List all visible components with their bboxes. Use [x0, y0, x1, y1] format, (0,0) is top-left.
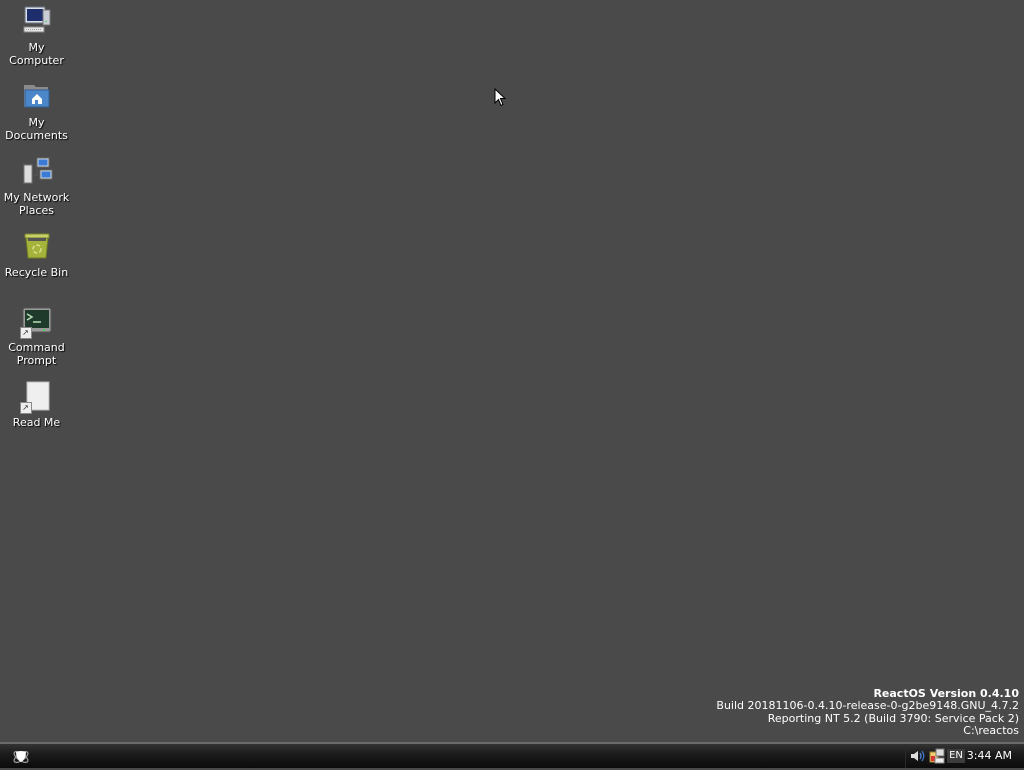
desktop: My Computer My Documents My Network Plac…: [0, 0, 1024, 742]
desktop-icon-my-computer[interactable]: My Computer: [0, 2, 73, 67]
icon-label-line2: Documents: [5, 129, 68, 142]
network-tray-icon: [929, 748, 945, 764]
computer-icon: [21, 5, 53, 37]
icon-label-line2: Places: [19, 204, 54, 217]
version-build: Build 20181106-0.4.10-release-0-g2be9148…: [716, 699, 1019, 713]
desktop-icon-my-network-places[interactable]: My Network Places: [0, 152, 73, 217]
start-button[interactable]: [11, 748, 31, 766]
speaker-volume-icon: [911, 750, 925, 762]
icon-label-line1: Command: [8, 341, 65, 354]
network-places-icon: [21, 155, 53, 187]
clock[interactable]: 3:44 AM: [967, 749, 1012, 763]
icon-label-line1: My: [28, 41, 45, 54]
language-indicator[interactable]: EN: [947, 749, 965, 763]
readme-document-icon: ↗: [19, 380, 53, 414]
network-tray-button[interactable]: [928, 747, 946, 765]
reactos-start-icon: [13, 750, 29, 764]
desktop-icon-recycle-bin[interactable]: Recycle Bin: [0, 227, 73, 279]
command-prompt-icon: ↗: [19, 305, 53, 339]
volume-button[interactable]: [910, 748, 926, 764]
icon-label-line2: Prompt: [16, 354, 57, 367]
icon-label-line1: Recycle Bin: [4, 266, 69, 279]
version-path: C:\reactos: [963, 723, 1019, 737]
icon-label-line2: Computer: [9, 54, 64, 67]
shortcut-arrow-icon: ↗: [19, 327, 32, 339]
recycle-bin-icon: [21, 230, 53, 262]
shortcut-arrow-icon: ↗: [19, 402, 32, 414]
desktop-icon-command-prompt[interactable]: ↗ Command Prompt: [0, 302, 73, 367]
system-tray: EN 3:44 AM: [905, 744, 1024, 768]
version-info: ReactOS Version 0.4.10 Build 20181106-0.…: [716, 687, 1019, 737]
icon-label-line1: My: [28, 116, 45, 129]
icon-label-line1: My Network: [3, 191, 70, 204]
mouse-cursor-icon: [494, 88, 506, 107]
icon-label-line1: Read Me: [12, 416, 61, 429]
documents-folder-icon: [21, 80, 53, 112]
desktop-icon-read-me[interactable]: ↗ Read Me: [0, 377, 73, 429]
taskbar: EN 3:44 AM: [0, 742, 1024, 768]
desktop-icon-my-documents[interactable]: My Documents: [0, 77, 73, 142]
